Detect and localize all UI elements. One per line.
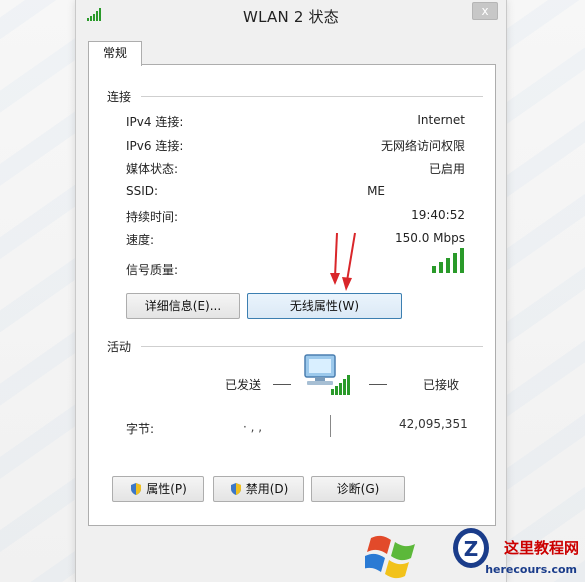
ipv4-value: Internet bbox=[417, 113, 465, 127]
properties-button[interactable]: 属性(P) bbox=[112, 476, 204, 502]
disable-button[interactable]: 禁用(D) bbox=[213, 476, 304, 502]
close-button[interactable]: x bbox=[472, 2, 498, 20]
general-panel: 连接 IPv4 连接: Internet IPv6 连接: 无网络访问权限 媒体… bbox=[88, 64, 496, 526]
sent-dash bbox=[273, 384, 291, 385]
received-dash bbox=[369, 384, 387, 385]
site-name: 这里教程网 bbox=[503, 539, 579, 557]
media-state-label: 媒体状态: bbox=[126, 162, 179, 176]
bytes-label: 字节: bbox=[126, 422, 155, 436]
disable-button-label: 禁用(D) bbox=[245, 482, 289, 496]
media-state-value: 已启用 bbox=[428, 162, 465, 176]
bytes-separator bbox=[330, 415, 331, 437]
red-arrow-icon bbox=[330, 232, 356, 291]
ipv6-label: IPv6 连接: bbox=[126, 139, 184, 153]
bytes-received-value: 42,095,351 bbox=[399, 417, 468, 431]
diagnose-button[interactable]: 诊断(G) bbox=[311, 476, 405, 502]
connection-divider bbox=[141, 96, 483, 97]
wireless-properties-button[interactable]: 无线属性(W) bbox=[247, 293, 402, 319]
signal-quality-icon bbox=[432, 248, 464, 273]
ipv6-value: 无网络访问权限 bbox=[380, 139, 465, 153]
bytes-sent-value: · , , bbox=[243, 420, 263, 434]
received-label: 已接收 bbox=[423, 378, 460, 392]
details-button[interactable]: 详细信息(E)... bbox=[126, 293, 240, 319]
uac-shield-icon bbox=[131, 483, 142, 495]
speed-label: 速度: bbox=[126, 233, 155, 247]
sent-label: 已发送 bbox=[225, 378, 262, 392]
ipv4-label: IPv4 连接: bbox=[126, 115, 184, 129]
connection-group-title: 连接 bbox=[107, 90, 132, 104]
duration-value: 19:40:52 bbox=[411, 208, 465, 222]
properties-button-label: 属性(P) bbox=[146, 482, 187, 496]
signal-quality-label: 信号质量: bbox=[126, 263, 179, 277]
tab-general[interactable]: 常规 bbox=[88, 41, 142, 66]
network-computer-icon bbox=[304, 354, 350, 395]
uac-shield-icon bbox=[230, 483, 241, 495]
screenshot-stage: WLAN 2 状态 x 常规 连接 IPv4 连接: Internet IPv6… bbox=[0, 0, 585, 582]
window-title: WLAN 2 状态 bbox=[243, 8, 339, 26]
svg-text:Z: Z bbox=[464, 537, 479, 561]
site-watermark-badge: Z 这里教程网 herecours.com bbox=[365, 520, 585, 582]
wlan-status-window: WLAN 2 状态 x 常规 连接 IPv4 连接: Internet IPv6… bbox=[75, 0, 507, 582]
windows-logo-icon bbox=[365, 535, 415, 579]
activity-divider bbox=[141, 346, 483, 347]
ssid-label: SSID: bbox=[126, 184, 159, 198]
title-bar[interactable]: WLAN 2 状态 x bbox=[76, 0, 506, 30]
site-url: herecours.com bbox=[485, 563, 577, 576]
speed-value: 150.0 Mbps bbox=[394, 231, 465, 245]
duration-label: 持续时间: bbox=[126, 210, 179, 224]
ssid-value: ME bbox=[367, 184, 385, 198]
activity-group-title: 活动 bbox=[107, 340, 132, 354]
